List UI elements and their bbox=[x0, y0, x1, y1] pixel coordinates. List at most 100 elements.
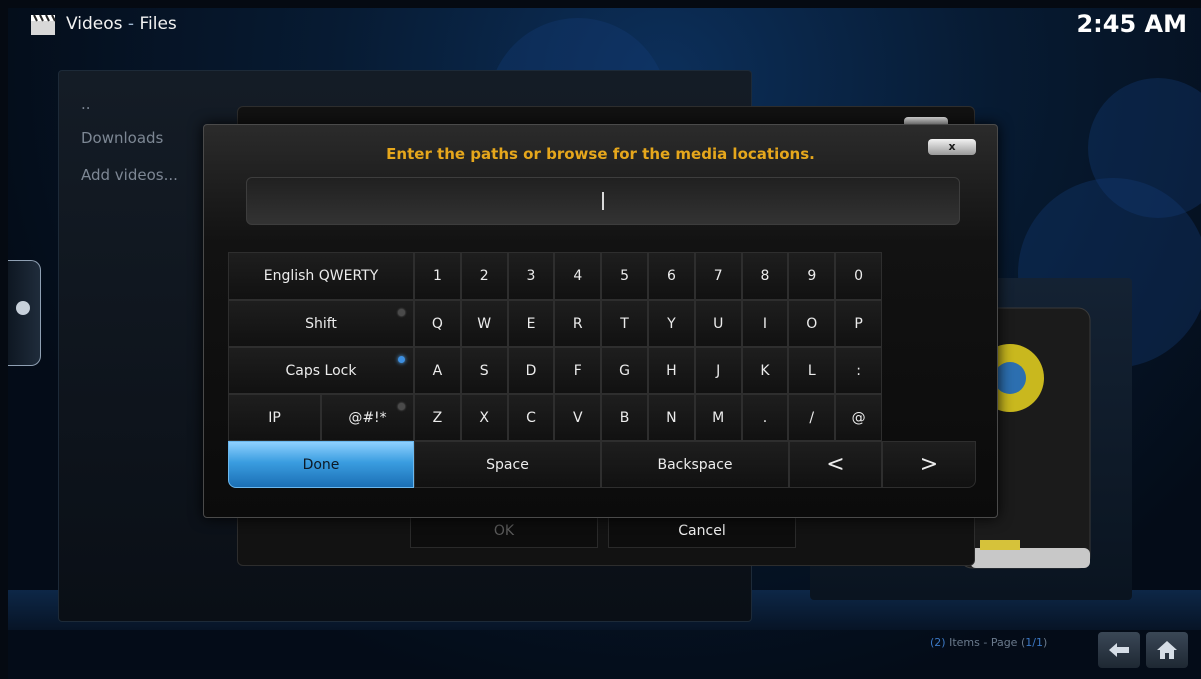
caps-lock-key[interactable]: Caps Lock bbox=[228, 347, 414, 394]
char-key[interactable]: I bbox=[741, 300, 789, 347]
char-key[interactable]: 4 bbox=[554, 252, 602, 300]
char-key-label: D bbox=[525, 362, 537, 379]
char-key[interactable]: 9 bbox=[788, 252, 836, 300]
home-icon bbox=[1157, 641, 1177, 659]
char-key[interactable]: F bbox=[554, 347, 602, 394]
char-key[interactable]: U bbox=[694, 300, 742, 347]
char-key[interactable]: V bbox=[554, 394, 602, 441]
home-button[interactable] bbox=[1146, 632, 1188, 668]
char-key[interactable]: 6 bbox=[648, 252, 695, 300]
char-key-label: V bbox=[573, 409, 583, 426]
char-key[interactable]: C bbox=[507, 394, 555, 441]
dialog-heading: Enter the paths or browse for the media … bbox=[386, 145, 815, 163]
char-key[interactable]: X bbox=[460, 394, 508, 441]
char-key-label: N bbox=[666, 409, 677, 426]
cancel-button[interactable]: Cancel bbox=[608, 514, 796, 548]
char-key-label: W bbox=[477, 315, 492, 332]
char-key-label: I bbox=[762, 315, 768, 332]
layout-key[interactable]: English QWERTY bbox=[228, 252, 414, 300]
done-button[interactable]: Done bbox=[228, 441, 414, 488]
shift-indicator-icon bbox=[398, 309, 405, 316]
char-key[interactable]: H bbox=[648, 347, 695, 394]
shift-key[interactable]: Shift bbox=[228, 300, 414, 347]
char-key[interactable]: E bbox=[507, 300, 555, 347]
ip-key[interactable]: IP bbox=[228, 394, 321, 441]
caps-lock-label: Caps Lock bbox=[285, 362, 357, 379]
page-title: Videos - Files bbox=[66, 14, 177, 34]
close-button[interactable]: x bbox=[928, 139, 976, 155]
char-key-label: / bbox=[809, 409, 815, 426]
char-key[interactable]: T bbox=[601, 300, 648, 347]
page-number: 1/1 bbox=[1025, 636, 1043, 649]
char-key[interactable]: A bbox=[414, 347, 461, 394]
virtual-keyboard-dialog: Enter the paths or browse for the media … bbox=[203, 124, 998, 518]
subsection-label: Files bbox=[139, 14, 177, 34]
text-input[interactable] bbox=[246, 177, 960, 225]
char-key[interactable]: W bbox=[460, 300, 508, 347]
char-key[interactable]: . bbox=[741, 394, 789, 441]
list-item[interactable]: .. bbox=[81, 95, 91, 113]
char-key-label: 4 bbox=[573, 268, 583, 284]
char-key[interactable]: K bbox=[741, 347, 789, 394]
char-key[interactable]: Z bbox=[414, 394, 461, 441]
ok-button[interactable]: OK bbox=[410, 514, 598, 548]
right-arrow-label: > bbox=[919, 452, 939, 477]
char-key[interactable]: 1 bbox=[414, 252, 461, 300]
char-key[interactable]: 0 bbox=[835, 252, 882, 300]
back-button[interactable] bbox=[1098, 632, 1140, 668]
done-label: Done bbox=[302, 456, 340, 473]
char-key[interactable]: 7 bbox=[694, 252, 742, 300]
caps-lock-indicator-icon bbox=[398, 356, 405, 363]
circle-icon bbox=[16, 301, 30, 315]
char-key[interactable]: L bbox=[788, 347, 836, 394]
list-item[interactable]: Downloads bbox=[81, 129, 163, 147]
char-key-label: Y bbox=[667, 315, 676, 332]
char-key[interactable]: J bbox=[694, 347, 742, 394]
list-item[interactable]: Add videos... bbox=[81, 166, 178, 184]
char-key[interactable]: Q bbox=[414, 300, 461, 347]
cursor-right-key[interactable]: > bbox=[882, 441, 976, 488]
char-key-label: 3 bbox=[526, 268, 536, 284]
char-key-label: A bbox=[432, 362, 443, 379]
char-key-label: 8 bbox=[760, 268, 770, 284]
char-key[interactable]: 5 bbox=[601, 252, 648, 300]
char-key-label: P bbox=[854, 315, 863, 332]
char-key[interactable]: P bbox=[835, 300, 882, 347]
section-label: Videos bbox=[66, 14, 123, 34]
ip-label: IP bbox=[268, 409, 281, 426]
char-key[interactable]: Y bbox=[648, 300, 695, 347]
left-arrow-label: < bbox=[826, 452, 845, 477]
char-key-label: S bbox=[479, 362, 489, 379]
char-key-label: Z bbox=[432, 409, 443, 426]
backspace-key[interactable]: Backspace bbox=[601, 441, 789, 488]
char-key[interactable]: R bbox=[554, 300, 602, 347]
keyboard-keys: English QWERTY Shift Caps Lock IP @#!* 1… bbox=[228, 252, 978, 488]
char-key[interactable]: @ bbox=[835, 394, 882, 441]
char-key[interactable]: 3 bbox=[507, 252, 555, 300]
space-key[interactable]: Space bbox=[414, 441, 601, 488]
char-key-label: @ bbox=[851, 409, 866, 426]
char-key-label: 0 bbox=[854, 268, 864, 284]
char-key[interactable]: M bbox=[694, 394, 742, 441]
char-key[interactable]: G bbox=[601, 347, 648, 394]
side-menu-tab[interactable] bbox=[8, 260, 41, 366]
char-key[interactable]: / bbox=[788, 394, 836, 441]
char-key-label: 7 bbox=[713, 268, 723, 284]
symbols-key[interactable]: @#!* bbox=[321, 394, 414, 441]
char-key[interactable]: S bbox=[460, 347, 508, 394]
items-page-info: (2) Items - Page (1/1) bbox=[930, 636, 1047, 649]
char-key[interactable]: 8 bbox=[741, 252, 789, 300]
char-key-label: T bbox=[620, 315, 629, 332]
char-key[interactable]: 2 bbox=[460, 252, 508, 300]
char-key-label: L bbox=[807, 362, 816, 379]
char-key[interactable]: D bbox=[507, 347, 555, 394]
cursor-left-key[interactable]: < bbox=[789, 441, 882, 488]
char-key[interactable]: B bbox=[601, 394, 648, 441]
char-key-label: 6 bbox=[666, 268, 676, 284]
back-arrow-icon bbox=[1109, 643, 1129, 657]
char-key[interactable]: N bbox=[648, 394, 695, 441]
char-key[interactable]: O bbox=[788, 300, 836, 347]
shift-label: Shift bbox=[305, 315, 337, 332]
char-key-label: H bbox=[666, 362, 677, 379]
char-key[interactable]: : bbox=[835, 347, 882, 394]
